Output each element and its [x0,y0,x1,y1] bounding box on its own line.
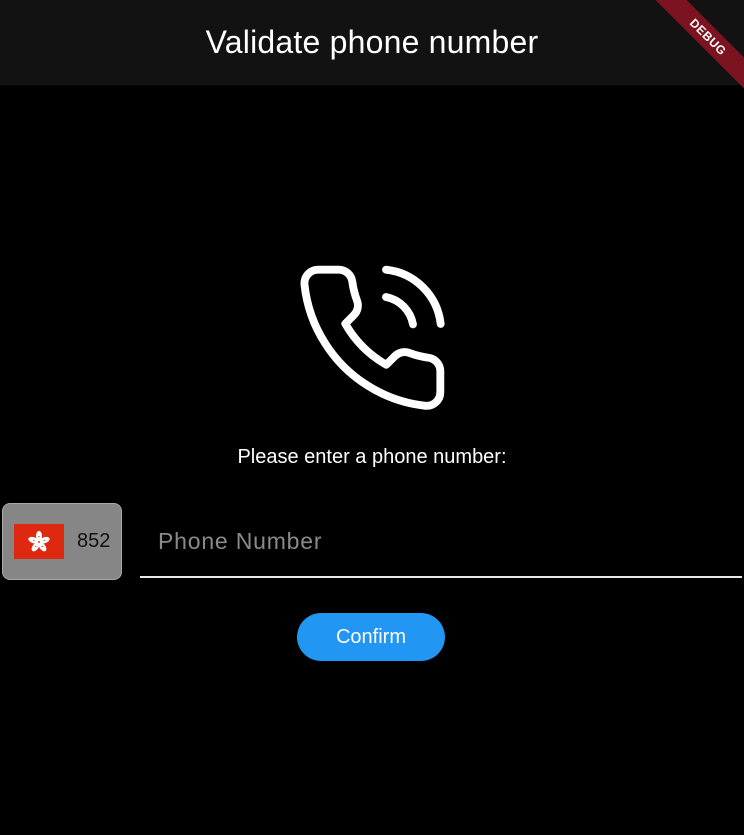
app-screen: Validate phone number DEBUG Please enter… [0,0,744,835]
confirm-button[interactable]: Confirm [297,613,445,661]
country-code-picker[interactable]: 852 [2,503,122,580]
phone-number-field [140,508,742,578]
phone-number-input[interactable] [140,508,742,574]
dial-code: 852 [77,530,111,552]
app-bar: Validate phone number [0,0,744,85]
phone-call-icon [300,265,445,410]
phone-prompt-label: Please enter a phone number: [237,446,507,468]
hong-kong-flag-icon [14,524,64,559]
page-title: Validate phone number [205,24,539,60]
